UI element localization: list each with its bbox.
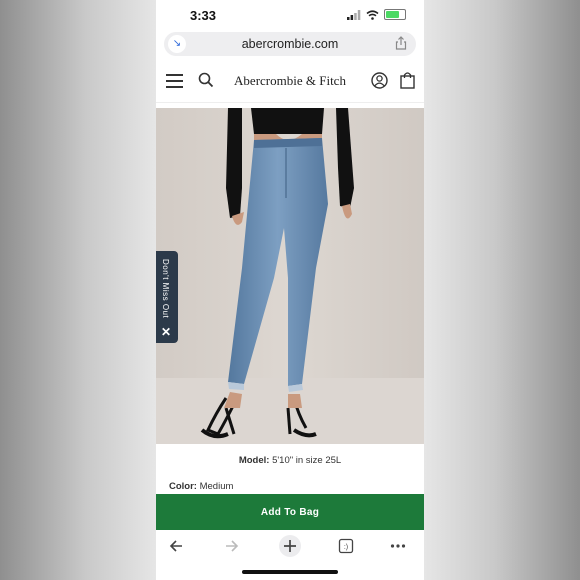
battery-icon [384, 9, 406, 20]
browser-toolbar: :) [156, 532, 424, 580]
color-value: Medium [199, 481, 234, 492]
product-photo-illustration [156, 108, 424, 444]
product-image[interactable] [156, 108, 424, 444]
wifi-icon [366, 9, 379, 20]
close-icon[interactable]: ✕ [161, 325, 171, 339]
model-label: Model: [238, 455, 270, 466]
new-tab-icon[interactable] [278, 534, 302, 558]
promo-tab-label[interactable]: Don't Miss Out [161, 259, 170, 318]
back-icon[interactable] [168, 538, 184, 554]
bag-icon[interactable] [400, 71, 415, 89]
promo-tab[interactable]: Don't Miss Out ✕ [156, 251, 178, 343]
color-label: Color: [169, 481, 197, 492]
color-info: Color: Medium [169, 481, 233, 492]
address-bar[interactable]: ↘ abercrombie.com [164, 32, 416, 56]
forward-icon[interactable] [224, 538, 240, 554]
more-icon[interactable] [390, 538, 406, 554]
site-header: Abercrombie & Fitch [156, 62, 424, 103]
add-to-bag-button[interactable]: Add To Bag [156, 494, 424, 530]
status-icons [347, 9, 406, 20]
model-value: 5'10" in size 25L [272, 455, 342, 466]
account-icon[interactable] [371, 72, 388, 89]
share-icon[interactable] [394, 36, 408, 50]
background-right [424, 0, 580, 580]
tabs-icon[interactable]: :) [338, 538, 354, 554]
signal-icon [347, 9, 361, 20]
phone-screen: 3:33 ↘ abercrombie.com Abercrombie & Fit… [156, 0, 424, 580]
status-time: 3:33 [190, 8, 217, 23]
background-left [0, 0, 156, 580]
home-indicator [242, 570, 338, 574]
svg-text::): :) [344, 544, 348, 551]
model-info: Model: 5'10" in size 25L [156, 455, 424, 466]
url-text[interactable]: abercrombie.com [164, 37, 416, 51]
status-bar: 3:33 [156, 0, 424, 32]
